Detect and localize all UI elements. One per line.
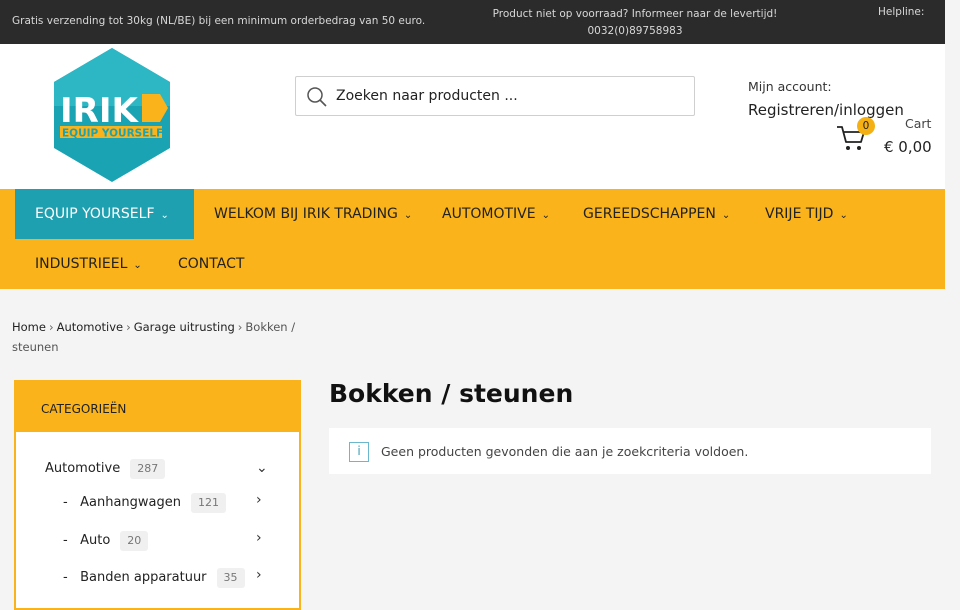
chevron-down-icon: ⌄ [541,210,550,221]
category-prefix: - [63,495,68,510]
cart-count-badge: 0 [857,117,875,135]
nav-item-label: CONTACT [178,256,245,272]
category-item-aanhangwagen[interactable]: - Aanhangwagen 121 [63,493,226,513]
nav-item-label: WELKOM BIJ IRIK TRADING [214,206,398,222]
chevron-down-icon: ⌄ [160,210,169,221]
top-bar: Gratis verzending tot 30kg (NL/BE) bij e… [0,0,945,44]
chevron-down-icon: ⌄ [133,260,142,271]
search-box [295,76,695,116]
nav-item-label: EQUIP YOURSELF [35,206,155,222]
category-count: 35 [216,568,245,588]
category-prefix: - [63,533,68,548]
search-input[interactable] [336,77,686,115]
stock-notice: Product niet op voorraad? Informeer naar… [475,6,795,40]
category-name: Auto [80,533,111,548]
nav-item-label: AUTOMOTIVE [442,206,536,222]
page-title: Bokken / steunen [329,379,574,408]
category-count: 121 [191,493,226,513]
chevron-down-icon: ⌄ [839,210,848,221]
chevron-right-icon: › [237,320,243,334]
category-item-auto[interactable]: - Auto 20 [63,531,149,551]
nav-item-equip-yourself[interactable]: EQUIP YOURSELF ⌄ [15,189,194,239]
category-count: 287 [130,459,166,479]
stock-notice-line: Product niet op voorraad? Informeer naar… [492,8,778,20]
main-navigation: EQUIP YOURSELF ⌄ WELKOM BIJ IRIK TRADING ⌄… [0,189,945,289]
irik-logo-icon: IRIK EQUIP YOURSELF [54,48,170,182]
nav-item-welkom[interactable]: WELKOM BIJ IRIK TRADING ⌄ [214,189,412,239]
site-header: IRIK EQUIP YOURSELF Mijn account: Regist… [0,44,945,189]
search-icon[interactable] [306,86,328,108]
shipping-notice: Gratis verzending tot 30kg (NL/BE) bij e… [12,15,426,27]
info-icon: i [349,442,369,462]
chevron-right-icon: › [126,320,131,334]
chevron-right-icon[interactable]: › [256,530,262,546]
nav-item-contact[interactable]: CONTACT [178,239,244,289]
notice-text: Geen producten gevonden die aan je zoekc… [381,444,749,459]
helpline-label: Helpline: [878,6,925,18]
nav-item-label: INDUSTRIEEL [35,256,128,272]
register-login-link[interactable]: Registreren/inloggen [748,101,904,119]
phone-number[interactable]: 0032(0)89758983 [475,23,795,40]
chevron-down-icon[interactable]: ⌄ [256,460,268,476]
sidebar-title: CATEGORIEËN [16,382,299,432]
nav-item-gereedschappen[interactable]: GEREEDSCHAPPEN ⌄ [583,189,730,239]
breadcrumb-automotive[interactable]: Automotive [57,320,124,334]
nav-item-label: VRIJE TIJD [765,206,834,222]
chevron-right-icon[interactable]: › [256,492,262,508]
chevron-right-icon: › [48,320,54,334]
category-name: Banden apparatuur [80,570,207,585]
breadcrumb-home[interactable]: Home [12,320,46,334]
category-item-banden-apparatuur[interactable]: - Banden apparatuur 35 [63,568,245,588]
chevron-right-icon[interactable]: › [256,567,262,583]
cart-total[interactable]: € 0,00 [884,138,932,156]
logo-tagline: EQUIP YOURSELF [62,128,163,140]
category-prefix: - [63,570,68,585]
breadcrumb: Home › Automotive › Garage uitrusting › Bokken… [12,317,312,357]
breadcrumb-garage-uitrusting[interactable]: Garage uitrusting [134,320,235,334]
nav-item-industrieel[interactable]: INDUSTRIEEL ⌄ [35,239,142,289]
category-sidebar: CATEGORIEËN Automotive 287 ⌄ - Aanhangwag… [14,380,301,610]
chevron-down-icon: ⌄ [403,210,413,221]
chevron-down-icon: ⌄ [721,210,731,221]
account-label: Mijn account: [748,79,832,94]
category-item-automotive[interactable]: Automotive 287 [45,459,166,479]
cart-label: Cart [905,116,932,131]
site-logo[interactable]: IRIK EQUIP YOURSELF [50,46,174,184]
nav-item-vrije-tijd[interactable]: VRIJE TIJD ⌄ [765,189,848,239]
category-name: Automotive [45,461,121,476]
no-products-notice: i Geen producten gevonden die aan je zoe… [329,428,931,474]
category-name: Aanhangwagen [80,495,181,510]
category-count: 20 [120,531,149,551]
logo-brand: IRIK [60,91,139,131]
nav-item-label: GEREEDSCHAPPEN [583,206,716,222]
nav-item-automotive[interactable]: AUTOMOTIVE ⌄ [442,189,550,239]
